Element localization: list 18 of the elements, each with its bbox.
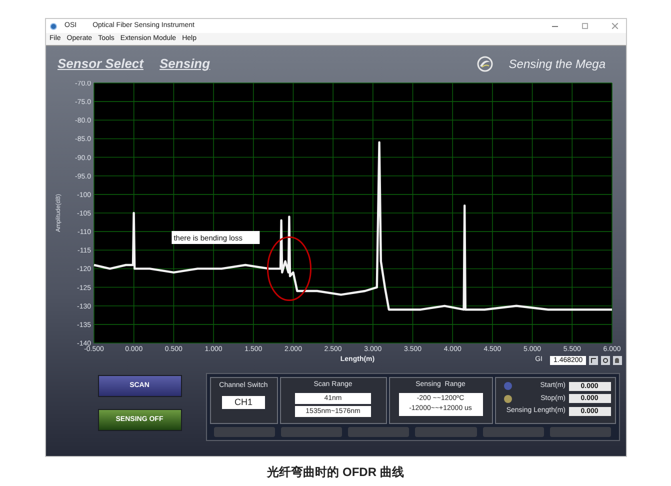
status-slot (415, 427, 477, 437)
zoom-tool-icon[interactable] (600, 356, 610, 364)
swirl-logo-icon (476, 56, 493, 72)
status-slot (214, 427, 275, 437)
status-slot (482, 427, 544, 437)
status-slot (550, 427, 612, 437)
status-slot (348, 427, 410, 437)
close-icon[interactable] (612, 23, 618, 29)
status-slot (280, 427, 342, 437)
brand-text: Sensing the Mega (508, 56, 606, 72)
highlight-ellipse (266, 236, 312, 302)
tab[interactable]: Sensing (160, 54, 210, 74)
tab[interactable]: Sensor Select (58, 54, 144, 74)
app-icon (50, 22, 56, 30)
channel-field[interactable]: CH1 (222, 396, 265, 409)
figure-caption: 光纤弯曲时的 OFDR 曲线 (267, 464, 404, 480)
start-knob-icon (504, 382, 512, 390)
stop-knob-icon (504, 394, 512, 403)
